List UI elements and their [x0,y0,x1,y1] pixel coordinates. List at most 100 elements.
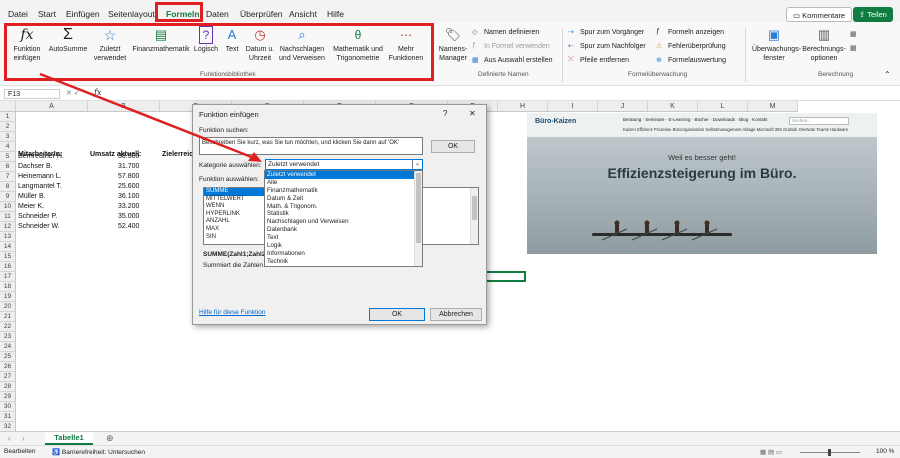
view-mode-icons[interactable]: ▦ ▤ ▭ [760,448,782,456]
category-option[interactable]: Logik [265,242,422,250]
define-name-button[interactable]: ◇ Namen definieren [472,28,539,37]
share-button[interactable]: ⇪ Teilen [853,7,893,22]
evaluate-formula-button[interactable]: ⊕ Formelauswertung [656,56,726,65]
collapse-ribbon-icon[interactable]: ⌃ [884,70,891,79]
function-list-scrollbar[interactable] [470,188,478,244]
row-header-9[interactable]: 9 [0,192,16,202]
search-input[interactable]: Beschreiben Sie kurz, was Sie tun möchte… [199,137,423,155]
category-option[interactable]: Zuletzt verwendet [265,171,422,179]
chevron-down-icon[interactable]: ⌄ [412,160,422,169]
column-header-k[interactable]: K [648,101,698,112]
row-header-10[interactable]: 10 [0,202,16,212]
category-option[interactable]: Informationen [265,250,422,258]
employee-sales-cell[interactable]: 35.000 [118,213,139,220]
remove-arrows-button[interactable]: ⤫ Pfeile entfernen [568,56,629,65]
employee-name-cell[interactable]: Heinemann L. [18,173,62,180]
row-header-20[interactable]: 20 [0,302,16,312]
row-header-21[interactable]: 21 [0,312,16,322]
row-header-3[interactable]: 3 [0,132,16,142]
category-option[interactable]: Finanzmathematik [265,187,422,195]
row-header-30[interactable]: 30 [0,402,16,412]
employee-sales-cell[interactable]: 33.200 [118,203,139,210]
category-option[interactable]: Datum & Zeit [265,195,422,203]
employee-sales-cell[interactable]: 52.400 [118,223,139,230]
use-in-formula-button[interactable]: ƒ In Formel verwenden [472,42,550,51]
datetime-button[interactable]: ◷ Datum u. Uhrzeit [244,26,276,63]
category-option[interactable]: Nachschlagen und Verweisen [265,218,422,226]
row-header-27[interactable]: 27 [0,372,16,382]
row-header-29[interactable]: 29 [0,392,16,402]
row-header-5[interactable]: 5 [0,152,16,162]
menu-tab-ueberpruefen[interactable]: Überprüfen [240,9,283,19]
menu-tab-datei[interactable]: Datei [8,9,28,19]
employee-sales-cell[interactable]: 25.600 [118,183,139,190]
column-header-h[interactable]: H [498,101,548,112]
calc-options-button[interactable]: ▥ Berechnungs-optionen [802,26,846,63]
menu-tab-einfuegen[interactable]: Einfügen [66,9,100,19]
function-list-item[interactable]: SUMME [204,188,264,196]
row-header-16[interactable]: 16 [0,262,16,272]
column-header-l[interactable]: L [698,101,748,112]
column-header-a[interactable]: A [16,101,88,112]
trace-precedents-button[interactable]: ⇢ Spur zum Vorgänger [568,28,644,37]
row-header-4[interactable]: 4 [0,142,16,152]
row-header-8[interactable]: 8 [0,182,16,192]
row-header-17[interactable]: 17 [0,272,16,282]
insert-function-button[interactable]: fx Funktion einfügen [8,26,46,63]
employee-sales-cell[interactable]: 38.500 [118,153,139,160]
header-target[interactable]: Zielerreic [162,151,193,158]
column-header-m[interactable]: M [748,101,798,112]
column-header-i[interactable]: I [548,101,598,112]
calc-now-button[interactable]: ▦ [850,30,859,39]
row-header-14[interactable]: 14 [0,242,16,252]
lookup-button[interactable]: ⌕ Nachschlagen und Verweisen [278,26,326,63]
menu-tab-seitenlayout[interactable]: Seitenlayout [108,9,155,19]
menu-tab-start[interactable]: Start [38,9,56,19]
row-header-6[interactable]: 6 [0,162,16,172]
comments-button[interactable]: ▭ Kommentare [786,7,853,22]
column-header-j[interactable]: J [598,101,648,112]
row-header-31[interactable]: 31 [0,412,16,422]
employee-name-cell[interactable]: Meier K. [18,203,44,210]
accessibility-status[interactable]: ♿ Barrierefreiheit: Untersuchen [52,448,145,456]
select-all-corner[interactable] [0,101,16,112]
calc-sheet-button[interactable]: ▦ [850,44,859,53]
row-header-23[interactable]: 23 [0,332,16,342]
menu-tab-formeln[interactable]: Formeln [166,9,200,23]
name-manager-button[interactable]: 🏷 Namens-Manager [436,26,470,63]
row-header-19[interactable]: 19 [0,292,16,302]
logical-button[interactable]: ? Logisch [192,26,220,55]
row-header-2[interactable]: 2 [0,122,16,132]
show-formulas-button[interactable]: ƒ Formeln anzeigen [656,28,724,37]
employee-name-cell[interactable]: Dachser B. [18,163,53,170]
function-list-item[interactable]: WENN [204,203,264,211]
function-list-item[interactable]: HYPERLINK [204,211,264,219]
row-header-22[interactable]: 22 [0,322,16,332]
category-option[interactable]: Alle [265,179,422,187]
autosum-button[interactable]: Σ AutoSumme [48,26,88,55]
employee-name-cell[interactable]: Schneider P. [18,213,57,220]
category-option[interactable]: Technik [265,258,422,266]
name-box[interactable]: F13 [4,89,60,99]
row-header-1[interactable]: 1 [0,112,16,122]
category-option[interactable]: Math. & Trigonom. [265,203,422,211]
row-header-24[interactable]: 24 [0,342,16,352]
search-go-button[interactable]: OK [431,140,475,153]
employee-sales-cell[interactable]: 57.800 [118,173,139,180]
row-header-13[interactable]: 13 [0,232,16,242]
employee-name-cell[interactable]: Bernreuther H. [18,153,64,160]
employee-sales-cell[interactable]: 31.700 [118,163,139,170]
category-option[interactable]: Statistik [265,210,422,218]
error-checking-button[interactable]: ⚠ Fehlerüberprüfung [656,42,726,51]
insert-function-icon[interactable]: fx [94,88,101,97]
function-list-item[interactable]: ANZAHL [204,218,264,226]
zoom-slider[interactable] [800,449,860,456]
category-list-scrollbar[interactable] [414,171,422,266]
employee-name-cell[interactable]: Müller B. [18,193,46,200]
function-list-item[interactable]: SIN [204,234,264,242]
row-header-25[interactable]: 25 [0,352,16,362]
create-from-selection-button[interactable]: ▦ Aus Auswahl erstellen [472,56,552,65]
formula-input[interactable] [124,89,894,99]
zoom-level[interactable]: 100 % [876,448,894,455]
category-dropdown-list[interactable]: Zuletzt verwendet Alle Finanzmathematik Dat… [264,170,423,267]
